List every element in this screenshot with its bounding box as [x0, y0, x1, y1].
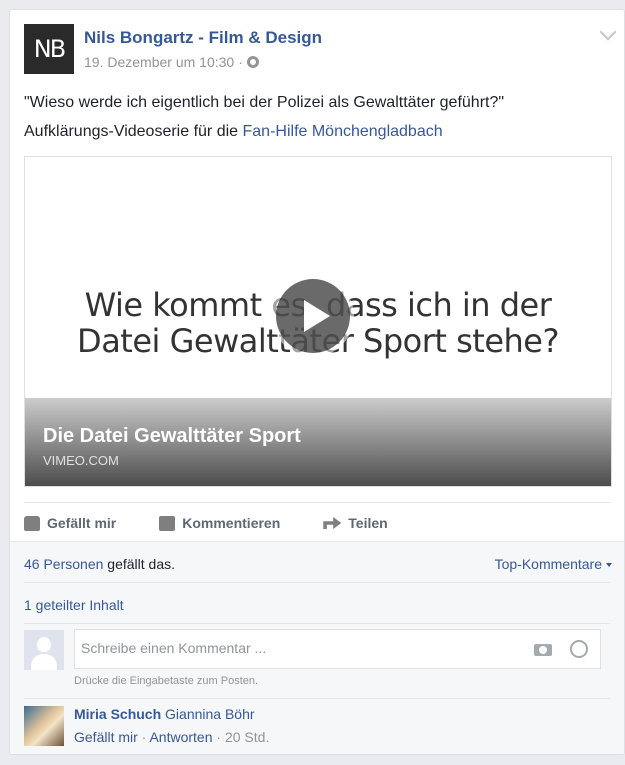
post-author[interactable]: Nils Bongartz - Film & Design — [84, 28, 322, 48]
meta-separator: · — [238, 54, 243, 70]
comment-author[interactable]: Miria Schuch — [74, 706, 161, 722]
video-attachment[interactable]: Wie kommt es, dass ich in der Datei Gewa… — [24, 156, 612, 487]
comment-separator: · — [212, 729, 225, 745]
comment-tagged-user[interactable]: Giannina Böhr — [165, 706, 255, 722]
post-actions: Gefällt mir Kommentieren Teilen — [24, 502, 610, 543]
user-avatar — [24, 630, 64, 670]
play-icon[interactable] — [276, 279, 350, 353]
comment-separator: · — [137, 729, 150, 745]
comment-time[interactable]: 20 Std. — [225, 729, 269, 745]
page-avatar[interactable]: NB — [24, 24, 74, 74]
comment-hint: Drücke die Eingabetaste zum Posten. — [74, 675, 259, 687]
comment-like-link[interactable]: Gefällt mir — [74, 729, 138, 745]
post-timestamp[interactable]: 19. Dezember um 10:30 — [84, 54, 234, 70]
video-domain: VIMEO.COM — [43, 453, 119, 468]
globe-icon — [246, 56, 259, 68]
video-title[interactable]: Die Datei Gewalttäter Sport — [43, 425, 301, 448]
share-button[interactable]: Teilen — [323, 515, 388, 531]
comment-actions: Gefällt mir · Antworten · 20 Std. — [74, 729, 269, 745]
comment-button[interactable]: Kommentieren — [159, 515, 280, 531]
commenter-avatar[interactable] — [24, 706, 64, 746]
likes-suffix: gefällt das. — [103, 556, 176, 572]
like-button-label: Gefällt mir — [47, 515, 117, 531]
comments-section: 46 Personen gefällt das. Top-Kommentare … — [10, 541, 624, 754]
emoji-icon[interactable] — [570, 640, 588, 658]
like-button[interactable]: Gefällt mir — [24, 515, 116, 531]
comment-author-line: Miria Schuch Giannina Böhr — [74, 706, 255, 722]
share-icon — [323, 517, 342, 529]
post-text-line2: Aufklärungs-Videoserie für die Fan-Hilfe… — [24, 121, 610, 142]
post-meta: 19. Dezember um 10:30 · — [84, 54, 259, 70]
chevron-down-icon[interactable] — [599, 23, 617, 41]
fan-hilfe-link[interactable]: Fan-Hilfe Mönchengladbach — [243, 123, 443, 140]
divider — [24, 623, 610, 624]
comment-button-label: Kommentieren — [182, 515, 281, 531]
comment-icon — [159, 515, 176, 531]
comment-reply-link[interactable]: Antworten — [149, 729, 212, 745]
post-text-line1: "Wieso werde ich eigentlich bei der Poli… — [24, 94, 505, 111]
share-button-label: Teilen — [348, 515, 388, 531]
camera-icon[interactable] — [534, 644, 552, 656]
thumbs-up-icon — [24, 515, 40, 531]
divider — [24, 698, 610, 699]
divider — [24, 582, 610, 583]
post-text-prefix: Aufklärungs-Videoserie für die — [24, 123, 243, 140]
likes-count-link[interactable]: 46 Personen — [24, 556, 103, 572]
shares-link[interactable]: 1 geteilter Inhalt — [24, 597, 610, 613]
comment-input[interactable]: Schreibe einen Kommentar ... — [74, 629, 601, 669]
comment-placeholder: Schreibe einen Kommentar ... — [81, 640, 267, 656]
top-comments-dropdown[interactable]: Top-Kommentare — [495, 556, 612, 572]
post-card: NB Nils Bongartz - Film & Design 19. Dez… — [9, 9, 625, 755]
